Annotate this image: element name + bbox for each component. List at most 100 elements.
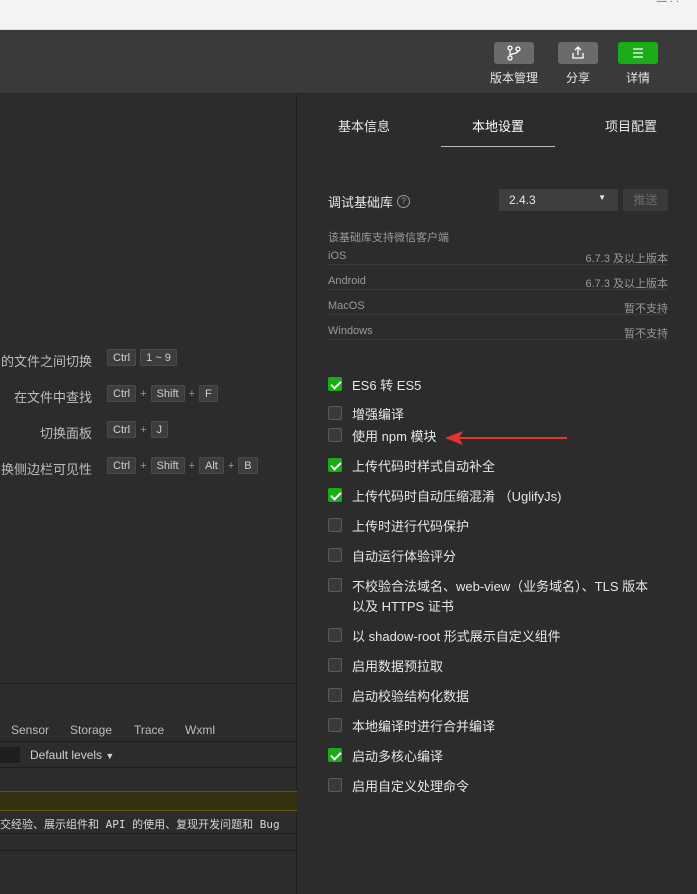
platform-status: 6.7.3 及以上版本	[585, 278, 668, 290]
option-checkbox[interactable]	[328, 377, 342, 391]
console-message: 交经验、展示组件和 API 的使用、复现开发问题和 Bug	[0, 813, 297, 834]
branch-icon	[494, 42, 534, 64]
details-button[interactable]: 详情	[610, 42, 666, 86]
platform-status: 暂不支持	[624, 328, 668, 340]
shortcut-row: 切换面板 Ctrl + J	[0, 421, 296, 441]
lib-version-select[interactable]: 2.4.3 ▼	[499, 189, 618, 211]
option-checkbox[interactable]	[328, 428, 342, 442]
platform-status: 6.7.3 及以上版本	[585, 253, 668, 265]
help-icon[interactable]: ?	[397, 195, 411, 208]
share-button[interactable]: 分享	[550, 42, 606, 86]
plus: +	[140, 423, 147, 436]
option-checkbox[interactable]	[328, 458, 342, 472]
option-label: 上传代码时样式自动补全	[352, 459, 496, 474]
plus: +	[140, 459, 147, 472]
push-button[interactable]: 推送	[623, 189, 668, 211]
annotation-arrow	[445, 428, 570, 451]
key: Ctrl	[107, 457, 137, 474]
option-checkbox[interactable]	[328, 658, 342, 672]
option-checkbox[interactable]	[328, 578, 342, 592]
chevron-down-icon: ▼	[598, 193, 606, 202]
details-label: 详情	[625, 71, 650, 85]
tab-storage[interactable]: Storage	[70, 723, 112, 737]
plus: +	[188, 387, 195, 400]
option-label: 启动校验结构化数据	[352, 689, 470, 704]
key: F	[199, 385, 218, 402]
option-checkbox[interactable]	[328, 628, 342, 642]
shortcut-row: 在文件中查找 Ctrl + Shift + F	[0, 385, 296, 405]
window-top-strip: — · ·	[0, 0, 697, 30]
top-strip-fragment: — · ·	[656, 0, 679, 7]
tab-trace[interactable]: Trace	[134, 723, 164, 737]
console-filter-bar: Default levels ▼	[0, 742, 297, 768]
option-label: 自动运行体验评分	[352, 549, 457, 564]
shortcut-label: 换侧边栏可见性	[0, 462, 92, 477]
key: Shift	[150, 457, 185, 474]
menu-icon	[618, 42, 658, 64]
tab-local-settings[interactable]: 本地设置	[472, 116, 524, 135]
option-checkbox[interactable]	[328, 748, 342, 762]
option-checkbox[interactable]	[328, 718, 342, 732]
key: Alt	[199, 457, 224, 474]
tab-basic-info[interactable]: 基本信息	[338, 116, 390, 135]
shortcut-row: 的文件之间切换 Ctrl 1 ~ 9	[0, 349, 296, 369]
editor-pane: 的文件之间切换 Ctrl 1 ~ 9 在文件中查找 Ctrl + Shift +…	[0, 94, 297, 894]
key: B	[238, 457, 258, 474]
option-checkbox[interactable]	[328, 518, 342, 532]
key: Ctrl	[107, 421, 137, 438]
version-control-button[interactable]: 版本管理	[486, 42, 542, 86]
option-checkbox[interactable]	[328, 406, 342, 420]
platform-name: MacOS	[328, 300, 365, 312]
devtools-divider[interactable]	[0, 683, 297, 684]
key: Ctrl	[107, 385, 137, 402]
option-label: 增强编译	[352, 407, 405, 422]
support-row: MacOS 暂不支持	[328, 297, 668, 315]
log-levels-dropdown[interactable]: Default levels ▼	[30, 748, 114, 762]
support-row: Android 6.7.3 及以上版本	[328, 272, 668, 290]
key: Ctrl	[107, 349, 137, 366]
lib-version-value: 2.4.3	[509, 193, 536, 207]
shortcut-label: 的文件之间切换	[0, 354, 92, 369]
support-row: Windows 暂不支持	[328, 322, 668, 340]
debug-lib-text: 调试基础库	[328, 195, 394, 210]
share-icon	[558, 42, 598, 64]
key: J	[150, 421, 169, 438]
option-label: 本地编译时进行合并编译	[352, 719, 496, 734]
plus: +	[188, 459, 195, 472]
shortcut-label: 在文件中查找	[13, 390, 92, 405]
log-levels-label: Default levels	[30, 748, 103, 762]
option-label: 启用自定义处理命令	[352, 779, 470, 794]
option-checkbox[interactable]	[328, 548, 342, 562]
option-label: ES6 转 ES5	[352, 378, 422, 393]
option-label: 启用数据预拉取	[352, 659, 444, 674]
support-title: 该基础库支持微信客户端	[328, 232, 449, 244]
shortcut-row: 换侧边栏可见性 Ctrl + Shift + Alt + B	[0, 457, 296, 477]
key: Shift	[150, 385, 185, 402]
filter-input[interactable]	[0, 747, 20, 763]
platform-name: Android	[328, 275, 366, 287]
option-checkbox[interactable]	[328, 688, 342, 702]
option-label: 上传代码时自动压缩混淆 （UglifyJs)	[352, 489, 562, 504]
console-empty-row	[0, 835, 297, 851]
option-checkbox[interactable]	[328, 778, 342, 792]
details-panel: 基本信息 本地设置 项目配置 调试基础库 ? 2.4.3 ▼ 推送 该基础库支持…	[297, 94, 697, 894]
option-label: 不校验合法域名、web-view（业务域名）、TLS 版本以及 HTTPS 证书	[352, 579, 649, 614]
console-warning-row	[0, 791, 297, 811]
plus: +	[227, 459, 235, 472]
option-label: 以 shadow-root 形式展示自定义组件	[352, 629, 561, 644]
key: 1 ~ 9	[140, 349, 177, 366]
option-checkbox[interactable]	[328, 488, 342, 502]
tab-wxml[interactable]: Wxml	[185, 723, 215, 737]
plus: +	[140, 387, 147, 400]
dropdown-caret-icon: ▼	[105, 751, 115, 761]
share-label: 分享	[565, 71, 590, 85]
tab-sensor[interactable]: Sensor	[11, 723, 49, 737]
platform-name: Windows	[328, 325, 373, 337]
option-label: 启动多核心编译	[352, 749, 444, 764]
shortcut-label: 切换面板	[39, 426, 92, 441]
platform-status: 暂不支持	[624, 303, 668, 315]
version-control-label: 版本管理	[489, 71, 538, 85]
tab-project-config[interactable]: 项目配置	[605, 116, 657, 135]
top-toolbar: 版本管理 分享 详情	[0, 30, 697, 94]
support-row: iOS 6.7.3 及以上版本	[328, 247, 668, 265]
